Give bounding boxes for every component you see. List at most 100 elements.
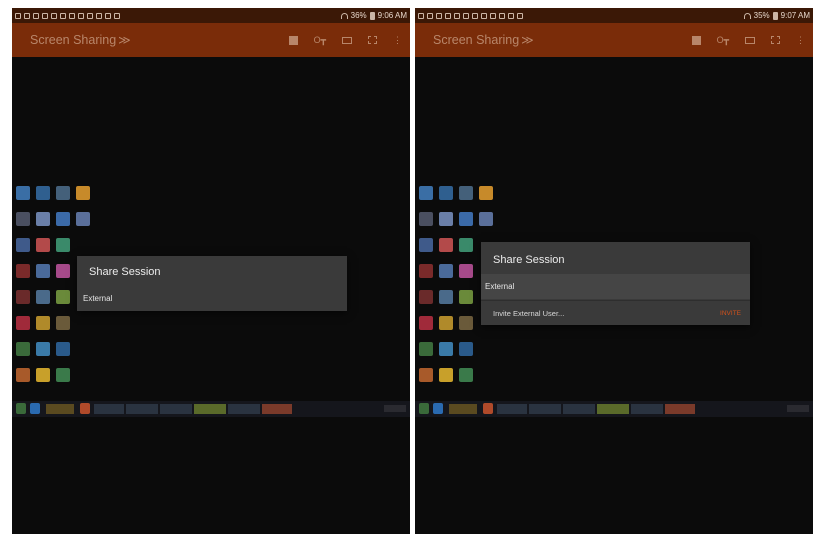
desktop-icon[interactable] xyxy=(56,368,70,382)
keyboard-icon[interactable] xyxy=(342,36,352,44)
taskbar-item[interactable] xyxy=(194,404,226,414)
desktop-icon[interactable] xyxy=(439,264,453,278)
notification-icons xyxy=(418,12,744,19)
invite-button[interactable]: INVITE xyxy=(720,310,741,317)
battery-percent: 35% xyxy=(753,11,770,20)
app-icon[interactable] xyxy=(80,403,90,414)
keyboard-icon[interactable] xyxy=(745,36,755,44)
key-icon[interactable]: O┳ xyxy=(717,35,729,45)
taskbar-item[interactable] xyxy=(94,404,124,414)
desktop-icon[interactable] xyxy=(419,342,433,356)
desktop-icon[interactable] xyxy=(56,264,70,278)
desktop-icon[interactable] xyxy=(56,290,70,304)
desktop-icon[interactable] xyxy=(419,368,433,382)
share-session-dialog: Share Session External Invite External U… xyxy=(481,242,750,325)
dialog-title: Share Session xyxy=(89,266,161,278)
desktop-icon[interactable] xyxy=(459,290,473,304)
desktop-icon[interactable] xyxy=(419,186,433,200)
desktop-icon[interactable] xyxy=(16,186,30,200)
desktop-icon[interactable] xyxy=(459,368,473,382)
desktop-icon[interactable] xyxy=(459,238,473,252)
taskbar-item[interactable] xyxy=(597,404,629,414)
desktop-icon[interactable] xyxy=(419,212,433,226)
app-icon[interactable] xyxy=(483,403,493,414)
desktop-icon[interactable] xyxy=(16,316,30,330)
taskbar-item[interactable] xyxy=(228,404,260,414)
desktop-icon[interactable] xyxy=(36,368,50,382)
taskbar-item[interactable] xyxy=(449,404,477,414)
taskbar-item[interactable] xyxy=(665,404,695,414)
taskbar-item[interactable] xyxy=(262,404,292,414)
desktop-icon[interactable] xyxy=(76,186,90,200)
taskbar-item[interactable] xyxy=(126,404,158,414)
desktop-icon[interactable] xyxy=(56,316,70,330)
desktop-icon[interactable] xyxy=(16,342,30,356)
battery-icon xyxy=(772,11,778,20)
desktop-icon[interactable] xyxy=(439,316,453,330)
app-bar: Screen Sharing ≫ O┳ ⋮ xyxy=(415,23,813,57)
taskbar-item[interactable] xyxy=(563,404,595,414)
taskbar-item[interactable] xyxy=(497,404,527,414)
desktop-icon[interactable] xyxy=(459,316,473,330)
fullscreen-icon[interactable] xyxy=(771,36,780,44)
desktop-icon[interactable] xyxy=(36,316,50,330)
desktop-icon[interactable] xyxy=(56,342,70,356)
desktop-icon[interactable] xyxy=(419,290,433,304)
overflow-menu-icon[interactable]: ⋮ xyxy=(796,35,805,45)
chevron-icon: ≫ xyxy=(521,33,534,47)
desktop-icon[interactable] xyxy=(36,212,50,226)
desktop-icon[interactable] xyxy=(16,238,30,252)
desktop-icon[interactable] xyxy=(56,238,70,252)
desktop-icon[interactable] xyxy=(439,368,453,382)
desktop-icon[interactable] xyxy=(459,264,473,278)
desktop-icon[interactable] xyxy=(36,290,50,304)
stop-icon[interactable] xyxy=(288,35,298,45)
taskbar-item[interactable] xyxy=(160,404,192,414)
desktop-icon[interactable] xyxy=(439,290,453,304)
app-title[interactable]: Screen Sharing ≫ xyxy=(30,33,289,47)
screen-left: 36% 9:06 AM Screen Sharing ≫ O┳ ⋮ Share … xyxy=(12,8,410,534)
desktop-icon[interactable] xyxy=(56,212,70,226)
desktop-icon[interactable] xyxy=(36,238,50,252)
key-icon[interactable]: O┳ xyxy=(314,35,326,45)
desktop-icon[interactable] xyxy=(56,186,70,200)
start-icon[interactable] xyxy=(16,403,26,414)
overflow-menu-icon[interactable]: ⋮ xyxy=(393,35,402,45)
desktop-icon[interactable] xyxy=(36,342,50,356)
desktop-icon[interactable] xyxy=(459,342,473,356)
start-icon[interactable] xyxy=(419,403,429,414)
invite-external-user-item[interactable]: Invite External User... INVITE xyxy=(481,300,750,326)
external-group-label: External xyxy=(481,274,750,299)
desktop-icon[interactable] xyxy=(419,264,433,278)
taskbar-item[interactable] xyxy=(631,404,663,414)
status-time: 9:06 AM xyxy=(377,11,407,20)
desktop-icon[interactable] xyxy=(419,316,433,330)
browser-icon[interactable] xyxy=(433,403,443,414)
desktop-icon[interactable] xyxy=(16,264,30,278)
desktop-icon[interactable] xyxy=(439,238,453,252)
desktop-icon[interactable] xyxy=(16,368,30,382)
desktop-icon[interactable] xyxy=(36,186,50,200)
desktop-icon[interactable] xyxy=(16,212,30,226)
app-title[interactable]: Screen Sharing ≫ xyxy=(433,33,692,47)
desktop-icon[interactable] xyxy=(459,212,473,226)
invite-item-label: Invite External User... xyxy=(493,309,565,318)
desktop-icon[interactable] xyxy=(439,212,453,226)
browser-icon[interactable] xyxy=(30,403,40,414)
desktop-icon[interactable] xyxy=(36,264,50,278)
desktop-icon[interactable] xyxy=(439,342,453,356)
desktop-icon[interactable] xyxy=(479,186,493,200)
desktop-icon[interactable] xyxy=(419,238,433,252)
desktop-icon[interactable] xyxy=(439,186,453,200)
stop-icon[interactable] xyxy=(691,35,701,45)
remote-taskbar xyxy=(415,401,813,417)
desktop-icon[interactable] xyxy=(459,186,473,200)
desktop-icon[interactable] xyxy=(479,212,493,226)
taskbar-item[interactable] xyxy=(529,404,561,414)
desktop-icon[interactable] xyxy=(16,290,30,304)
taskbar-item[interactable] xyxy=(46,404,74,414)
app-title-text: Screen Sharing xyxy=(30,33,117,47)
fullscreen-icon[interactable] xyxy=(368,36,377,44)
desktop-icon[interactable] xyxy=(76,212,90,226)
share-session-dialog: Share Session External xyxy=(77,256,347,311)
